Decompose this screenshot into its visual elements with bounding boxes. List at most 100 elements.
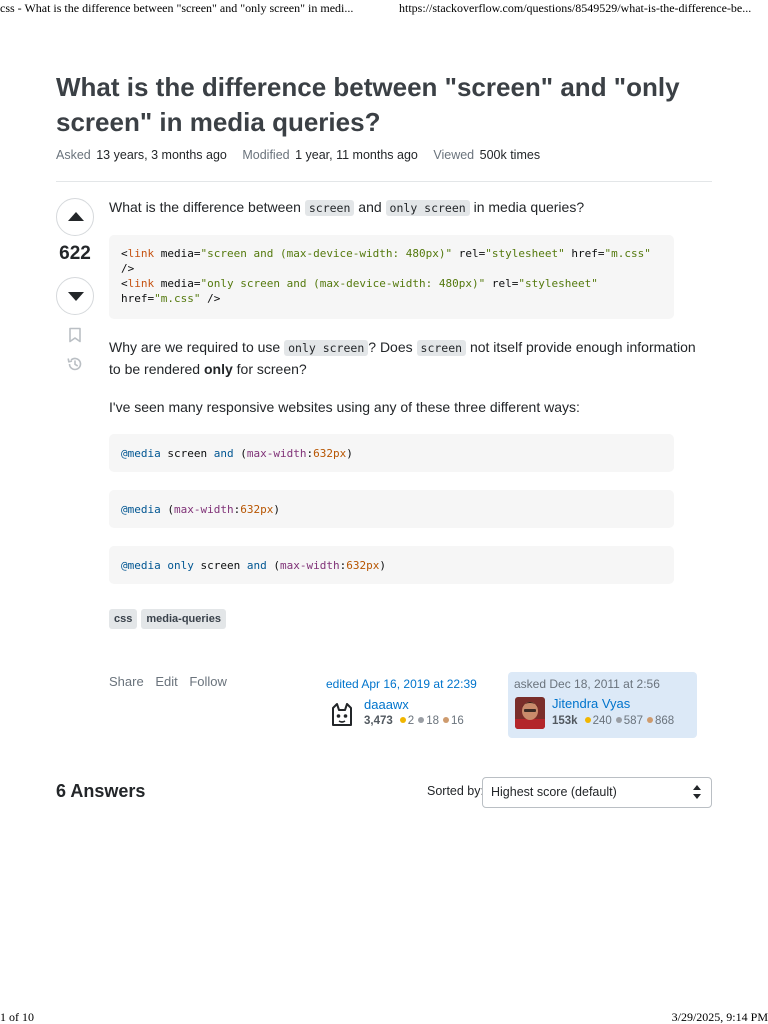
code-token: @media	[121, 503, 161, 516]
page-number: 1 of 10	[0, 1010, 34, 1024]
editor-name[interactable]: daaawx	[364, 697, 409, 712]
text-span: for screen?	[232, 361, 307, 377]
code-token: (	[233, 447, 247, 460]
print-header: css - What is the difference between "sc…	[0, 0, 768, 16]
gold-badge-icon	[399, 717, 406, 724]
print-header-url: https://stackoverflow.com/questions/8549…	[399, 1, 752, 15]
bronze-badge-icon	[646, 717, 653, 724]
sort-select-value: Highest score (default)	[491, 785, 617, 799]
upvote-arrow-icon	[68, 212, 84, 221]
question-body-paragraph-2: Why are we required to use only screen? …	[109, 337, 699, 380]
viewed-label: Viewed	[433, 148, 475, 162]
inline-code: screen	[416, 340, 467, 356]
print-footer: 1 of 10 3/29/2025, 9:14 PM	[0, 1010, 768, 1024]
asked-label: Asked	[56, 148, 91, 162]
answers-count-heading: 6 Answers	[56, 781, 146, 801]
select-arrows-icon	[693, 785, 701, 799]
sort-label: Sorted by:	[427, 784, 484, 798]
code-token: <	[121, 277, 128, 290]
code-token: "stylesheet"	[518, 277, 598, 290]
asked-meta: Asked 13 years, 3 months ago	[56, 148, 227, 162]
sort-select[interactable]: Highest score (default)	[482, 777, 712, 808]
title-divider	[56, 181, 712, 182]
inline-code: only screen	[385, 200, 470, 216]
code-token: link	[127, 247, 155, 260]
bookmark-icon[interactable]	[66, 326, 84, 344]
bronze-count: 16	[450, 715, 464, 727]
inline-code: screen	[304, 200, 355, 216]
downvote-button[interactable]	[56, 277, 94, 315]
code-token: screen	[160, 447, 214, 460]
silver-badge-icon	[615, 717, 622, 724]
follow-link[interactable]: Follow	[189, 674, 227, 689]
silver-count: 18	[426, 715, 439, 727]
inline-code: only screen	[284, 340, 369, 356]
print-datetime: 3/29/2025, 9:14 PM	[671, 1010, 768, 1024]
history-icon[interactable]	[66, 355, 84, 373]
text-span: in media queries?	[469, 199, 585, 215]
code-token: 632px	[240, 503, 274, 516]
code-block-media-only-screen: @media only screen and (max-width:632px)	[109, 546, 674, 584]
gold-badge-icon	[584, 717, 591, 724]
code-token: and	[246, 559, 267, 572]
code-token: "screen and (max-device-width: 480px)"	[200, 247, 453, 260]
code-token: )	[273, 503, 280, 516]
viewed-value: 500k times	[479, 148, 541, 162]
upvote-button[interactable]	[56, 198, 94, 236]
post-actions: Share Edit Follow	[109, 674, 235, 689]
vote-count: 622	[59, 243, 91, 264]
question-meta: Asked 13 years, 3 months ago Modified 1 …	[56, 148, 552, 162]
bronze-badge-icon	[442, 717, 449, 724]
code-token: 632px	[313, 447, 347, 460]
question-body-paragraph-1: What is the difference between screen an…	[109, 197, 699, 219]
code-token: (	[266, 559, 280, 572]
code-block-media-plain: @media (max-width:632px)	[109, 490, 674, 528]
bold-text: only	[203, 361, 233, 377]
gold-count: 240	[592, 715, 612, 727]
code-token: rel=	[452, 247, 486, 260]
text-span: What is the difference between	[109, 199, 305, 215]
editor-stats: 3,473 2 18 16	[364, 715, 464, 727]
code-token: )	[379, 559, 386, 572]
reputation: 153k	[552, 715, 578, 727]
code-token: "m.css"	[154, 292, 201, 305]
owner-stats: 153k 240 587 868	[552, 715, 674, 727]
code-token: and	[213, 447, 234, 460]
share-link[interactable]: Share	[109, 674, 144, 689]
code-token: max-width	[174, 503, 234, 516]
silver-count: 587	[623, 715, 643, 727]
code-token: @media	[121, 447, 161, 460]
modified-label: Modified	[242, 148, 290, 162]
code-token: (	[160, 503, 174, 516]
modified-value[interactable]: 1 year, 11 months ago	[295, 148, 418, 162]
edited-time[interactable]: edited Apr 16, 2019 at 22:39	[326, 677, 477, 691]
tag-media-queries[interactable]: media-queries	[141, 609, 226, 629]
cat-face-avatar-icon[interactable]	[328, 701, 356, 729]
text-span: ? Does	[368, 339, 417, 355]
code-token: rel=	[485, 277, 519, 290]
text-span: and	[354, 199, 386, 215]
code-token: />	[200, 292, 221, 305]
gold-count: 2	[407, 715, 415, 727]
question-title[interactable]: What is the difference between "screen" …	[56, 70, 696, 140]
code-token: "only screen and (max-device-width: 480p…	[200, 277, 486, 290]
question-body-paragraph-3: I've seen many responsive websites using…	[109, 399, 580, 415]
code-token: />	[121, 262, 135, 275]
code-token: href=	[121, 292, 155, 305]
owner-name[interactable]: Jitendra Vyas	[552, 696, 630, 711]
user-avatar[interactable]	[515, 697, 545, 729]
edit-link[interactable]: Edit	[155, 674, 177, 689]
code-token: 632px	[346, 559, 380, 572]
print-header-title: css - What is the difference between "sc…	[0, 1, 354, 15]
silver-badge-icon	[418, 717, 425, 724]
code-token: <	[121, 247, 128, 260]
viewed-meta: Viewed 500k times	[433, 148, 540, 162]
code-token: link	[127, 277, 155, 290]
asked-value: 13 years, 3 months ago	[96, 148, 227, 162]
code-token: screen	[193, 559, 247, 572]
code-token: max-width	[279, 559, 340, 572]
tag-css[interactable]: css	[109, 609, 138, 629]
reputation: 3,473	[364, 715, 393, 727]
downvote-arrow-icon	[68, 292, 84, 301]
bronze-count: 868	[654, 715, 675, 727]
